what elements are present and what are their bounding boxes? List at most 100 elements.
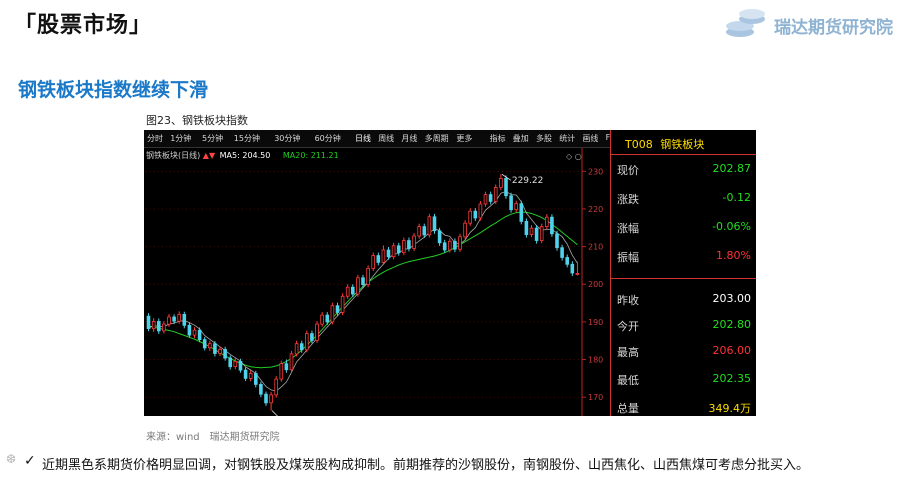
candle-body xyxy=(366,267,370,285)
candle-body xyxy=(386,249,391,258)
candle-body xyxy=(340,295,345,313)
candle-body xyxy=(304,333,309,351)
candle-body xyxy=(254,373,258,385)
candle-body xyxy=(453,240,457,250)
ma20-line xyxy=(148,211,578,369)
quote-row: 昨收 203.00 xyxy=(617,292,751,310)
candle-body xyxy=(442,242,447,251)
quote-value: 206.00 xyxy=(712,344,752,357)
quote-value: 1.80% xyxy=(716,249,751,262)
candle-body xyxy=(422,226,427,236)
candle-body xyxy=(146,315,151,329)
stock-code: T008 xyxy=(625,138,653,151)
candle-body xyxy=(156,321,161,332)
quote-row: 涨跌 -0.12 xyxy=(617,191,751,209)
quote-label: 现价 xyxy=(617,164,639,177)
quote-label: 最低 xyxy=(617,374,639,387)
candle-body xyxy=(243,369,248,379)
candle-body xyxy=(432,216,437,232)
candle-body xyxy=(534,227,539,241)
candle-body xyxy=(356,277,360,295)
candle-body xyxy=(202,339,207,349)
candle-body xyxy=(330,305,335,323)
candlestick-chart[interactable]: 170180190200210220230229.22166.41◇ ○ xyxy=(144,130,610,416)
bullet-icon: ✓ xyxy=(24,453,36,469)
candle-body xyxy=(396,245,401,254)
section-title: 「股票市场」 xyxy=(14,13,153,38)
candle-body xyxy=(488,194,493,202)
quote-row: 今开 202.80 xyxy=(617,318,751,336)
candle-body xyxy=(228,357,233,368)
candle-body xyxy=(519,203,524,222)
candle-body xyxy=(407,240,411,249)
commentary-text: 近期黑色系期货价格明显回调，对钢铁股及煤炭股构成抑制。前期推荐的沙钢股份，南钢股… xyxy=(42,458,810,473)
quote-value: -0.06% xyxy=(712,220,751,233)
candle-body xyxy=(458,236,462,250)
stock-name: 钢铁板块 xyxy=(660,138,705,151)
candle-body xyxy=(427,216,432,236)
candle-body xyxy=(208,343,212,349)
candle-body xyxy=(238,360,243,371)
y-tick-label: 220 xyxy=(588,205,603,214)
candle-body xyxy=(325,314,330,323)
quote-row: 现价 202.87 xyxy=(617,162,751,180)
brand-logo: 瑞达期货研究院 xyxy=(722,6,893,42)
slide-subtitle: 钢铁板块指数继续下滑 xyxy=(18,79,209,101)
candle-body xyxy=(335,305,340,313)
candle-body xyxy=(473,210,478,219)
candle-body xyxy=(417,226,421,237)
quote-row: 总量 349.4万 xyxy=(617,400,751,416)
candle-body xyxy=(269,394,273,404)
candle-body xyxy=(529,227,534,235)
chart-controls-icon: ◇ ○ xyxy=(566,152,582,161)
low-marker xyxy=(271,410,278,416)
quote-value: 202.35 xyxy=(712,372,752,385)
y-tick-label: 210 xyxy=(588,243,603,252)
candle-body xyxy=(274,378,279,396)
quote-label: 最高 xyxy=(617,346,639,359)
candle-body xyxy=(345,286,350,297)
candle-body xyxy=(570,263,575,274)
candle-body xyxy=(560,247,564,258)
candle-body xyxy=(223,348,227,359)
quote-label: 涨跌 xyxy=(617,193,639,206)
coins-icon xyxy=(726,9,765,37)
candle-body xyxy=(514,203,518,211)
candle-body xyxy=(233,360,238,368)
candle-body xyxy=(289,353,294,371)
candle-body xyxy=(172,316,176,322)
quote-label: 今开 xyxy=(617,320,639,333)
candle-body xyxy=(575,272,580,275)
candle-body xyxy=(279,363,284,380)
candle-body xyxy=(499,178,503,188)
candle-body xyxy=(294,343,299,355)
panel-divider xyxy=(611,278,756,279)
stock-terminal: 分时 1分钟 5分钟 15分钟 30分钟 60分钟 日线 周线 月线 多周期 更多 指标 叠加 多股 统计画… xyxy=(144,130,756,416)
candle-body xyxy=(550,216,554,235)
candle-body xyxy=(447,240,452,251)
candle-body xyxy=(187,324,192,336)
candle-body xyxy=(478,203,483,219)
candle-body xyxy=(376,255,381,263)
candle-body xyxy=(248,373,253,379)
candle-body xyxy=(284,363,289,371)
logo-text: 瑞达期货研究院 xyxy=(774,18,893,38)
quote-value: 203.00 xyxy=(712,292,752,305)
candle-body xyxy=(483,194,488,205)
candle-body xyxy=(565,257,569,265)
quote-value: 349.4万 xyxy=(708,402,752,415)
y-tick-label: 230 xyxy=(588,167,603,176)
quote-row: 最高 206.00 xyxy=(617,344,751,362)
candle-body xyxy=(213,343,217,354)
y-tick-label: 170 xyxy=(588,393,603,402)
quote-panel-title: T008 钢铁板块 xyxy=(611,136,756,152)
candle-body xyxy=(381,249,386,263)
y-tick-label: 200 xyxy=(588,280,603,289)
quote-label: 总量 xyxy=(617,402,639,415)
y-tick-label: 180 xyxy=(588,356,603,365)
quote-row: 振幅 1.80% xyxy=(617,249,751,267)
candle-body xyxy=(218,348,222,354)
quote-value: -0.12 xyxy=(722,191,751,204)
candle-body xyxy=(182,313,187,326)
candle-body xyxy=(468,210,472,224)
